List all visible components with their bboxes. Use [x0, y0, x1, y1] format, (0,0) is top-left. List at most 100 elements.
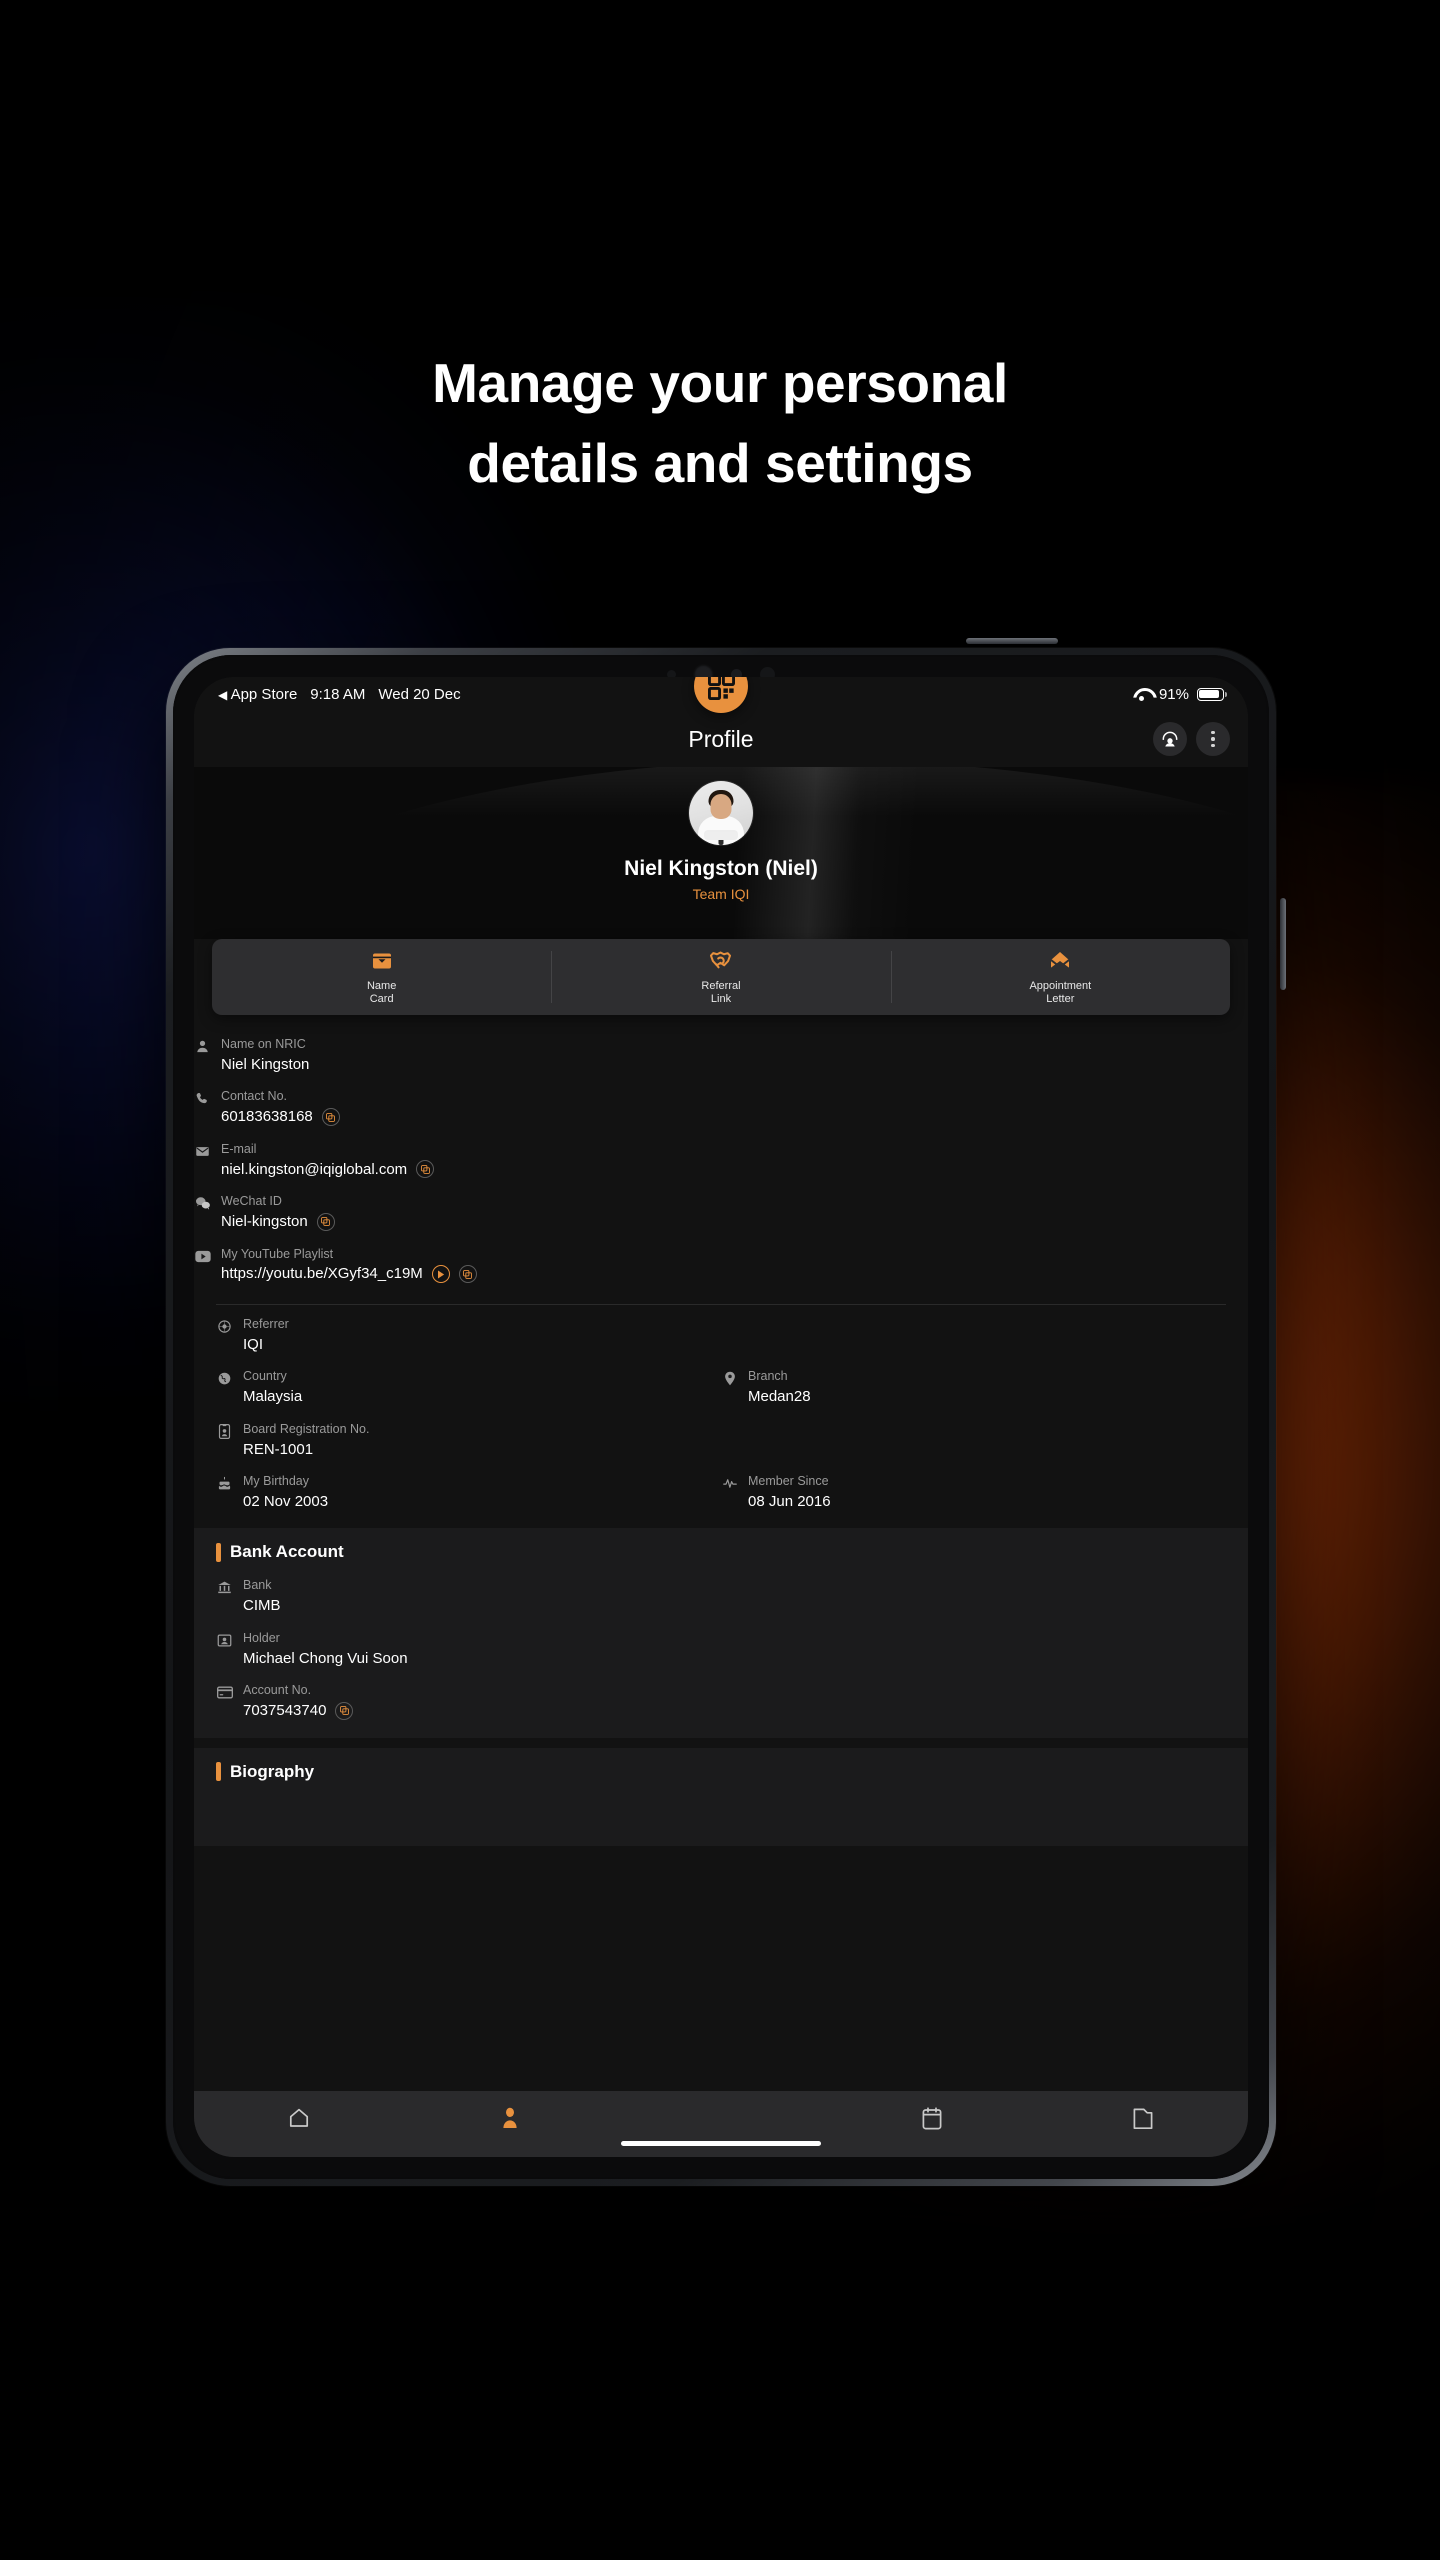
status-back-to-app[interactable]: ◀ App Store: [218, 686, 297, 703]
biography-title: Biography: [230, 1761, 315, 1781]
biography-section: Biography: [194, 1747, 1248, 1846]
detail-row-youtube-playlist: My YouTube Playlist https://youtu.be/XGy…: [194, 1239, 1248, 1291]
detail-label: E-mail: [221, 1141, 257, 1156]
play-icon[interactable]: [431, 1265, 450, 1284]
home-icon: [290, 2108, 309, 2127]
credit-card-icon: [216, 1684, 233, 1701]
person-icon: [194, 1038, 211, 1055]
detail-row-email: E-mail niel.kingston@iqiglobal.com: [194, 1134, 1248, 1186]
copy-icon[interactable]: [316, 1212, 335, 1231]
detail-label: WeChat ID: [221, 1194, 282, 1209]
detail-row-member-since: Member Since 08 Jun 2016: [721, 1466, 1226, 1518]
profile-scroll-area[interactable]: Niel Kingston (Niel) Team IQI Name Card …: [194, 767, 1248, 2157]
detail-value: Niel Kingston: [221, 1055, 310, 1073]
bottom-tab-bar: [194, 2091, 1248, 2157]
detail-value: niel.kingston@iqiglobal.com: [221, 1160, 408, 1178]
tab-fab-placeholder: [616, 2101, 827, 2135]
referral-label-2: Link: [710, 992, 732, 1005]
marketing-headline: Manage your personal details and setting…: [0, 350, 1440, 496]
tab-folder[interactable]: [1037, 2101, 1248, 2135]
detail-label: Account No.: [243, 1683, 312, 1698]
detail-value: https://youtu.be/XGyf34_c19M: [221, 1265, 423, 1283]
detail-label: Board Registration No.: [243, 1421, 370, 1436]
copy-icon[interactable]: [416, 1160, 435, 1179]
detail-label: My YouTube Playlist: [221, 1246, 334, 1261]
battery-percent-label: 91%: [1158, 685, 1189, 703]
detail-row-branch: Branch Medan28: [721, 1361, 1226, 1413]
id-badge-icon: [216, 1423, 233, 1440]
app-screen: ◀ App Store 9:18 AM Wed 20 Dec 91% Profi…: [194, 677, 1248, 2157]
detail-label: Name on NRIC: [221, 1037, 306, 1051]
detail-value: CIMB: [243, 1597, 281, 1615]
avatar[interactable]: [689, 781, 753, 845]
wechat-icon: [194, 1195, 211, 1212]
bank-row-bank: Bank CIMB: [216, 1570, 1226, 1622]
referral-link-button[interactable]: Referral Link: [551, 939, 890, 1015]
detail-label: Branch: [748, 1369, 788, 1384]
detail-label: Referrer: [243, 1316, 289, 1331]
profile-team: Team IQI: [692, 886, 750, 902]
tablet-device-frame: ◀ App Store 9:18 AM Wed 20 Dec 91% Profi…: [166, 638, 1286, 2186]
detail-label: Holder: [243, 1630, 280, 1645]
headline-line-1: Manage your personal: [432, 352, 1008, 414]
bank-row-holder: Holder Michael Chong Vui Soon: [216, 1623, 1226, 1675]
detail-value: 60183638168: [221, 1108, 313, 1126]
appointment-letter-button[interactable]: Appointment Letter: [890, 939, 1230, 1015]
bank-account-header: Bank Account: [194, 1542, 1248, 1566]
volume-button[interactable]: [1280, 898, 1286, 990]
folder-icon: [1133, 2108, 1153, 2129]
detail-row-name-on-nric: Name on NRIC Niel Kingston: [194, 1029, 1248, 1081]
personal-details-list: Name on NRIC Niel Kingston Contact No. 6…: [194, 1015, 1248, 1295]
pulse-icon: [721, 1475, 738, 1492]
youtube-icon: [194, 1248, 211, 1265]
section-accent-bar: [216, 1542, 221, 1562]
battery-icon: [1197, 687, 1227, 701]
headset-support-icon: [1162, 731, 1178, 747]
detail-value: Niel-kingston: [221, 1213, 308, 1230]
nav-bar: Profile: [194, 711, 1248, 767]
back-triangle-icon: ◀: [218, 687, 228, 702]
detail-value: Malaysia: [243, 1388, 303, 1406]
detail-row-wechat-id: WeChat ID Niel-kingston: [194, 1186, 1248, 1238]
headset-support-button[interactable]: [1153, 722, 1187, 756]
appointment-label-2: Letter: [1046, 992, 1075, 1005]
detail-value: Michael Chong Vui Soon: [243, 1649, 408, 1667]
id-card-icon: [216, 1632, 233, 1649]
detail-row-referrer: Referrer IQI: [216, 1309, 1226, 1361]
location-pin-icon: [721, 1370, 738, 1387]
bank-row-account-no: Account No. 7037543740: [216, 1675, 1226, 1727]
profile-banner: Niel Kingston (Niel) Team IQI: [194, 767, 1248, 939]
appointment-label-1: Appointment: [1029, 979, 1092, 992]
name-card-label-1: Name: [366, 979, 397, 992]
name-card-icon: [372, 953, 391, 969]
name-card-label-2: Card: [369, 992, 394, 1005]
detail-value: 02 Nov 2003: [243, 1492, 329, 1510]
name-card-button[interactable]: Name Card: [212, 939, 551, 1015]
detail-label: My Birthday: [243, 1474, 309, 1488]
copy-icon[interactable]: [458, 1265, 477, 1284]
status-time: 9:18 AM: [310, 685, 366, 703]
birthday-cake-icon: [216, 1475, 233, 1492]
tablet-bezel: ◀ App Store 9:18 AM Wed 20 Dec 91% Profi…: [173, 655, 1269, 2179]
home-indicator[interactable]: [621, 2141, 821, 2146]
detail-value: 7037543740: [243, 1702, 327, 1719]
handshake-referral-icon: [710, 951, 732, 968]
headline-line-2: details and settings: [467, 432, 973, 494]
detail-row-birthday: My Birthday 02 Nov 2003: [216, 1466, 721, 1518]
detail-row-birthday-member: My Birthday 02 Nov 2003 Member Since 08 …: [216, 1466, 1226, 1518]
phone-icon: [194, 1090, 211, 1107]
bank-icon: [216, 1579, 233, 1596]
copy-icon[interactable]: [335, 1701, 354, 1720]
membership-details-list: Referrer IQI Country Malaysia Branch Med…: [194, 1309, 1248, 1519]
detail-row-country-branch: Country Malaysia Branch Medan28: [216, 1361, 1226, 1413]
overflow-menu-button[interactable]: [1196, 722, 1230, 756]
tab-calendar[interactable]: [826, 2101, 1037, 2135]
marketing-screenshot: Manage your personal details and setting…: [0, 0, 1440, 2560]
tab-profile[interactable]: [405, 2101, 616, 2135]
tab-home[interactable]: [194, 2101, 405, 2135]
details-divider: [216, 1303, 1226, 1305]
detail-row-country: Country Malaysia: [216, 1361, 721, 1413]
copy-icon[interactable]: [321, 1108, 340, 1126]
power-button[interactable]: [966, 638, 1058, 644]
detail-row-contact-no: Contact No. 60183638168: [194, 1081, 1248, 1133]
